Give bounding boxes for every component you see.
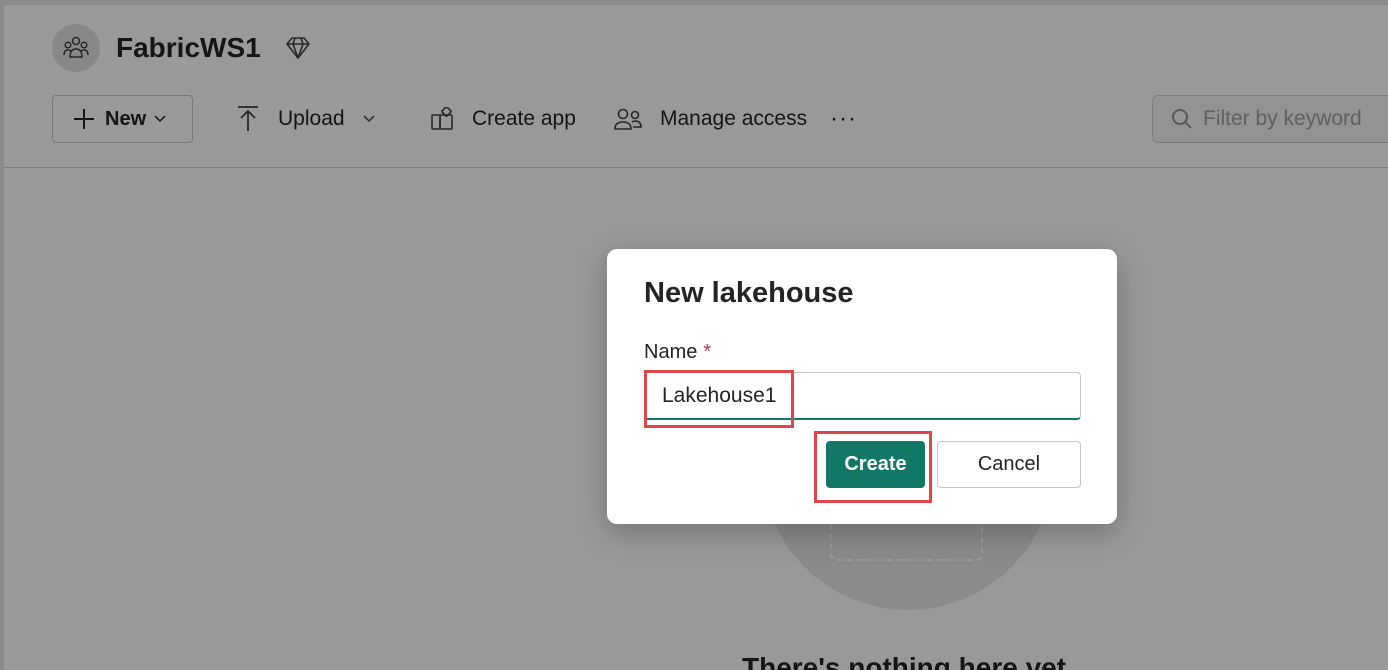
name-field-label: Name * xyxy=(644,341,711,364)
lakehouse-name-input[interactable] xyxy=(644,372,1081,420)
required-marker: * xyxy=(703,341,712,363)
cancel-button[interactable]: Cancel xyxy=(937,441,1081,488)
create-button[interactable]: Create xyxy=(826,441,925,488)
dialog-title: New lakehouse xyxy=(644,277,854,309)
name-label-text: Name xyxy=(644,341,698,363)
new-lakehouse-dialog: New lakehouse Name* Create Cancel xyxy=(607,249,1117,524)
